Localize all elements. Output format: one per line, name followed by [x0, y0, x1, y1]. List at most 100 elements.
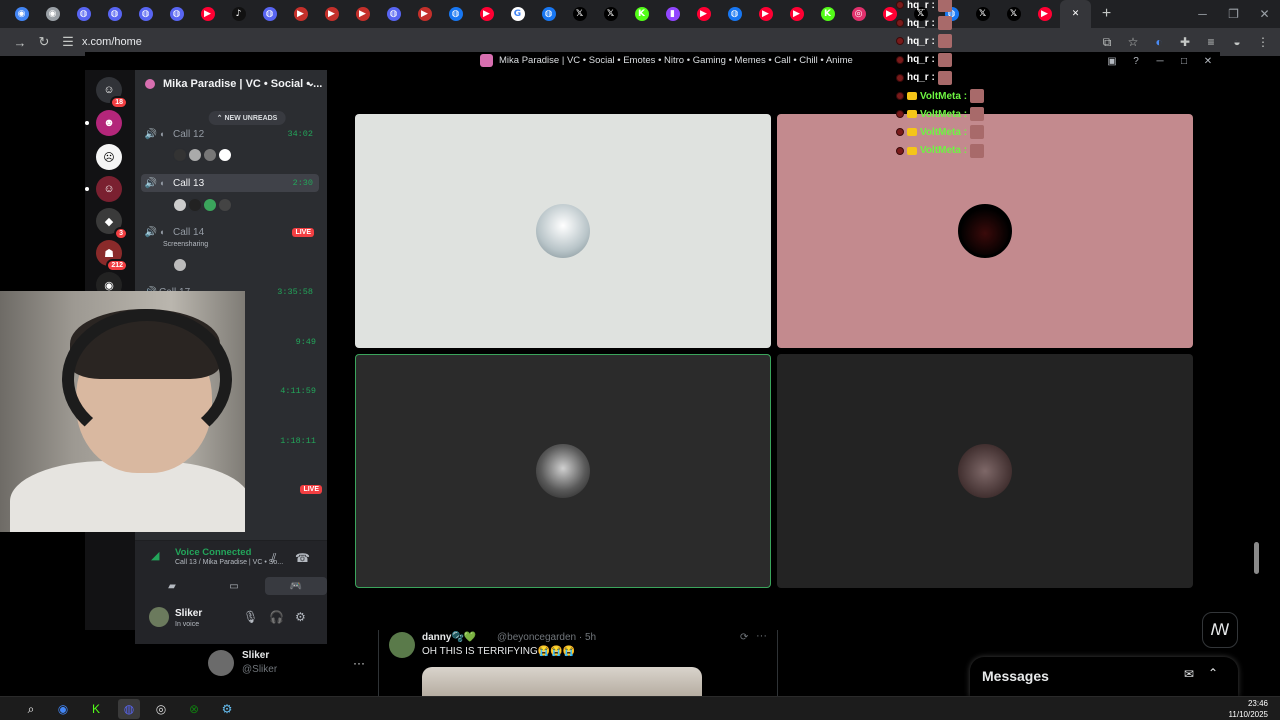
profile-avatar-icon[interactable]: ◒	[1226, 30, 1248, 54]
video-tile[interactable]	[777, 354, 1193, 588]
reload-icon[interactable]: ↻	[32, 30, 56, 54]
headphones-icon[interactable]: 🎧	[269, 610, 284, 624]
avatar[interactable]	[203, 148, 217, 162]
browser-tab[interactable]: ◍	[130, 0, 161, 28]
grok-button-icon[interactable]: ꟿ	[1202, 612, 1238, 648]
browser-tab[interactable]: ▮	[657, 0, 688, 28]
url-text[interactable]: x.com/home	[82, 36, 142, 48]
browser-tab[interactable]: ▶	[750, 0, 781, 28]
browser-tab[interactable]: ▶	[1029, 0, 1060, 28]
close-window-icon[interactable]: ✕	[1249, 0, 1280, 28]
microphone-icon[interactable]: 🎙	[243, 610, 258, 624]
browser-tab[interactable]: ▶	[409, 0, 440, 28]
browser-tab[interactable]: ◍	[719, 0, 750, 28]
video-tile[interactable]	[777, 114, 1193, 348]
discord-maximize-icon[interactable]: □	[1172, 52, 1196, 70]
discord-minimize-icon[interactable]: ─	[1148, 52, 1172, 70]
steam-icon[interactable]: ⚙	[216, 699, 238, 719]
obs-icon[interactable]: ◎	[150, 699, 172, 719]
server-icon-face[interactable]: ☹	[96, 144, 122, 170]
settings-gear-icon[interactable]: ⚙	[295, 610, 306, 624]
start-icon[interactable]: ▏	[0, 699, 8, 719]
site-info-icon[interactable]: ☰	[56, 30, 80, 54]
browser-tab[interactable]: K	[626, 0, 657, 28]
reading-list-icon[interactable]: ≡	[1200, 30, 1222, 54]
participant-avatar[interactable]	[958, 444, 1012, 498]
browser-tab[interactable]: ◉	[37, 0, 68, 28]
avatar[interactable]	[173, 258, 187, 272]
bookmark-star-icon[interactable]: ☆	[1122, 30, 1144, 54]
browser-tab[interactable]: G	[502, 0, 533, 28]
user-avatar[interactable]	[149, 607, 169, 627]
tweet-media-image[interactable]	[422, 667, 702, 697]
browser-tab[interactable]: ▶	[471, 0, 502, 28]
messages-drawer[interactable]: Messages ✉ ⌃	[970, 657, 1238, 697]
browser-tab[interactable]: 𝕏	[564, 0, 595, 28]
avatar[interactable]	[188, 198, 202, 212]
browser-tab[interactable]: 𝕏	[998, 0, 1029, 28]
browser-tab[interactable]: ◍	[161, 0, 192, 28]
voice-channel-call-13[interactable]: 🔊 ◖ Call 13 2:30	[141, 174, 319, 192]
discord-icon[interactable]: ◍	[118, 699, 140, 719]
participant-avatar[interactable]	[958, 204, 1012, 258]
server-header[interactable]: Mika Paradise | VC • Social • ... ⌄	[135, 70, 327, 98]
system-clock[interactable]: 23:46 11/10/2025	[1229, 698, 1268, 720]
browser-tab[interactable]: ▶	[347, 0, 378, 28]
tweet-author-name[interactable]: danny🫧💚	[422, 632, 476, 643]
new-message-icon[interactable]: ✉	[1184, 667, 1194, 681]
avatar[interactable]	[188, 148, 202, 162]
expand-icon[interactable]: ⌃	[1208, 666, 1218, 680]
minimize-icon[interactable]: ─	[1187, 0, 1218, 28]
camera-off-icon[interactable]: ▰	[141, 577, 203, 595]
x-profile-avatar[interactable]	[208, 650, 234, 676]
extensions-puzzle-icon[interactable]: ✚	[1174, 30, 1196, 54]
browser-tab[interactable]: ▶	[192, 0, 223, 28]
page-scrollbar[interactable]	[1252, 56, 1260, 696]
browser-tab[interactable]: ✕	[1060, 0, 1091, 28]
maximize-icon[interactable]: ❐	[1218, 0, 1249, 28]
tweet-more-icon[interactable]: ···	[756, 630, 767, 642]
browser-tab[interactable]: ◍	[99, 0, 130, 28]
browser-tab[interactable]: ▶	[285, 0, 316, 28]
server-icon-photo[interactable]: ☺	[85, 176, 122, 202]
browser-tab[interactable]: ◍	[254, 0, 285, 28]
browser-tab[interactable]: ▶	[781, 0, 812, 28]
server-icon-diamond[interactable]: ◆ 3	[96, 208, 128, 240]
search-icon[interactable]: ⌕	[20, 699, 42, 719]
inbox-icon[interactable]: ▣	[1100, 52, 1124, 70]
forward-arrow-icon[interactable]: →	[8, 30, 32, 54]
scrollbar-thumb[interactable]	[1254, 542, 1259, 574]
avatar[interactable]	[203, 198, 217, 212]
browser-tab[interactable]: K	[812, 0, 843, 28]
voice-status[interactable]: Voice Connected	[175, 547, 251, 558]
discord-home-icon[interactable]: ☺ 18	[96, 77, 128, 109]
voice-channel-call-14[interactable]: 🔊 ◖ Call 14 LIVE	[141, 223, 319, 241]
server-icon-mika[interactable]: ☻	[85, 110, 122, 136]
browser-tab[interactable]: ◉	[6, 0, 37, 28]
browser-tab[interactable]: ◎	[843, 0, 874, 28]
discord-close-icon[interactable]: ✕	[1196, 52, 1220, 70]
browser-tab[interactable]: ◍	[378, 0, 409, 28]
browser-tab[interactable]: 𝕏	[595, 0, 626, 28]
help-icon[interactable]: ?	[1124, 52, 1148, 70]
browser-tab[interactable]: ◍	[68, 0, 99, 28]
new-unreads-pill[interactable]: ⌃ NEW UNREADS	[208, 111, 286, 125]
extension-icon[interactable]: ◐	[1148, 30, 1170, 54]
menu-kebab-icon[interactable]: ⋮	[1252, 30, 1274, 54]
install-app-icon[interactable]: ⧉	[1096, 30, 1118, 54]
new-tab-plus-icon[interactable]: +	[1091, 0, 1122, 28]
browser-tab[interactable]: 𝕏	[967, 0, 998, 28]
avatar[interactable]	[218, 148, 232, 162]
activity-gamepad-icon[interactable]: 🎮	[265, 577, 327, 595]
chrome-icon[interactable]: ◉	[52, 699, 74, 719]
tweet-author-avatar[interactable]	[389, 632, 415, 658]
avatar[interactable]	[173, 198, 187, 212]
browser-tab[interactable]: ▶	[688, 0, 719, 28]
xbox-icon[interactable]: ⊗	[183, 699, 205, 719]
server-icon-red[interactable]: ☗ 212	[96, 240, 128, 272]
voice-channel-call-12[interactable]: 🔊 ◖ Call 12 34:02	[141, 125, 319, 143]
video-tile-speaking[interactable]	[355, 354, 771, 588]
avatar[interactable]	[173, 148, 187, 162]
noise-suppression-icon[interactable]: ⫽	[271, 551, 276, 566]
browser-tab[interactable]: ◍	[533, 0, 564, 28]
